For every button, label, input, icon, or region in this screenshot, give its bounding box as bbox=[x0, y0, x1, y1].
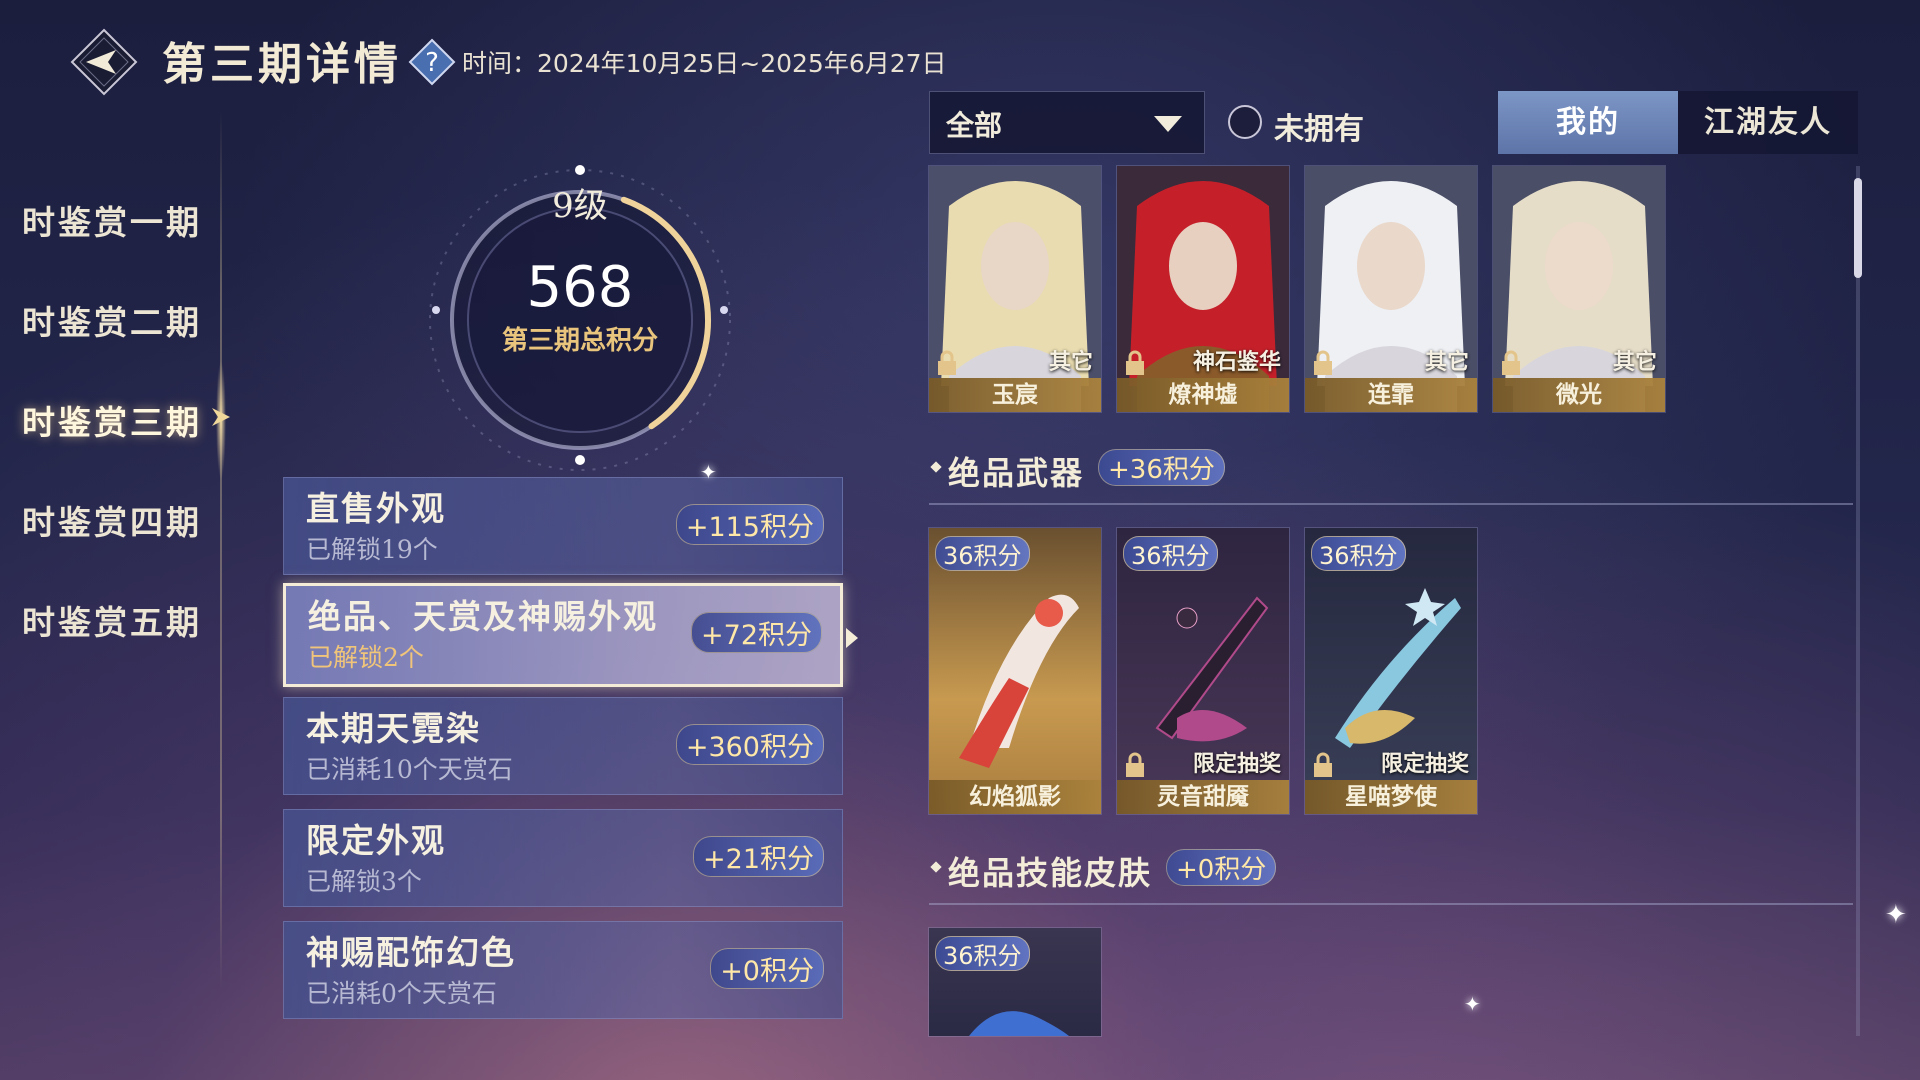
lock-icon bbox=[1125, 752, 1145, 778]
section-divider bbox=[929, 903, 1853, 905]
sparkle-icon: ✦ bbox=[1885, 900, 1907, 930]
sparkle-icon: ✦ bbox=[1464, 992, 1481, 1016]
category-subtitle: 已解锁2个 bbox=[308, 643, 424, 672]
filter-dropdown-value: 全部 bbox=[946, 109, 1003, 142]
category-title: 限定外观 bbox=[306, 821, 446, 860]
unowned-radio-label: 未拥有 bbox=[1274, 112, 1364, 147]
sparkle-icon: ✦ bbox=[700, 460, 717, 484]
weapon-card[interactable]: 36积分 幻焰狐影 bbox=[929, 528, 1101, 814]
sidebar-item-period-3[interactable]: 时鉴赏三期 bbox=[22, 396, 202, 444]
category-subtitle: 已消耗10个天赏石 bbox=[306, 755, 513, 784]
category-title: 绝品、天赏及神赐外观 bbox=[308, 597, 658, 636]
weapon-card[interactable]: 36积分 限定抽奖 星喵梦使 bbox=[1305, 528, 1477, 814]
character-name: 连霏 bbox=[1305, 378, 1477, 412]
back-arrow-icon bbox=[70, 28, 138, 96]
scrollbar-thumb[interactable] bbox=[1854, 178, 1862, 278]
category-points-badge: +0积分 bbox=[710, 948, 824, 989]
sidebar-item-period-1[interactable]: 时鉴赏一期 bbox=[22, 196, 202, 244]
category-card-direct-sale[interactable]: 直售外观 已解锁19个 +115积分 bbox=[283, 477, 843, 575]
character-tag: 其它 bbox=[1048, 349, 1093, 375]
filter-dropdown[interactable]: 全部 bbox=[929, 91, 1205, 154]
lock-icon bbox=[1313, 752, 1333, 778]
lock-icon bbox=[1125, 350, 1145, 376]
category-subtitle: 已解锁3个 bbox=[306, 867, 422, 896]
character-name: 微光 bbox=[1493, 378, 1665, 412]
skill-skin-points-badge: 36积分 bbox=[935, 936, 1030, 971]
category-points-badge: +360积分 bbox=[675, 724, 824, 765]
sidebar-item-period-4[interactable]: 时鉴赏四期 bbox=[22, 496, 202, 544]
section-divider bbox=[929, 503, 1853, 505]
tab-friends[interactable]: 江湖友人 bbox=[1678, 91, 1858, 154]
tab-mine[interactable]: 我的 bbox=[1498, 91, 1678, 154]
section-title-skill-skins: 绝品技能皮肤 bbox=[948, 854, 1153, 892]
section-points-weapons: +36积分 bbox=[1098, 449, 1225, 486]
active-marker-icon bbox=[208, 404, 234, 430]
section-title-weapons: 绝品武器 bbox=[948, 454, 1085, 492]
weapon-points-badge: 36积分 bbox=[1311, 536, 1406, 571]
weapon-card[interactable]: 36积分 限定抽奖 灵音甜魇 bbox=[1117, 528, 1289, 814]
category-title: 本期天霓染 bbox=[306, 709, 481, 748]
weapon-tag: 限定抽奖 bbox=[1192, 751, 1281, 777]
character-tag: 其它 bbox=[1612, 349, 1657, 375]
unowned-radio[interactable] bbox=[1228, 105, 1262, 139]
sidebar-divider bbox=[220, 110, 222, 990]
category-card-premium[interactable]: 绝品、天赏及神赐外观 已解锁2个 +72积分 bbox=[283, 583, 843, 687]
section-points-skill-skins: +0积分 bbox=[1166, 849, 1277, 886]
caret-down-icon bbox=[1154, 116, 1182, 132]
character-tag: 其它 bbox=[1424, 349, 1469, 375]
event-date-range: 时间：2024年10月25日~2025年6月27日 bbox=[462, 49, 947, 78]
weapon-tag: 限定抽奖 bbox=[1380, 751, 1469, 777]
category-points-badge: +21积分 bbox=[693, 836, 824, 877]
category-title: 直售外观 bbox=[306, 489, 446, 528]
lock-icon bbox=[1313, 350, 1333, 376]
character-name: 玉宸 bbox=[929, 378, 1101, 412]
weapon-name: 幻焰狐影 bbox=[929, 780, 1101, 814]
character-name: 燎神墟 bbox=[1117, 378, 1289, 412]
skill-skin-card[interactable]: 36积分 bbox=[929, 928, 1101, 1036]
category-points-badge: +72积分 bbox=[691, 612, 822, 653]
category-card-dye[interactable]: 本期天霓染 已消耗10个天赏石 +360积分 bbox=[283, 697, 843, 795]
selected-arrow-icon bbox=[846, 628, 858, 648]
weapon-points-badge: 36积分 bbox=[935, 536, 1030, 571]
page-title: 第三期详情 bbox=[162, 39, 402, 90]
help-icon[interactable]: ? bbox=[408, 38, 456, 86]
svg-text:?: ? bbox=[425, 48, 439, 78]
character-tag: 神石鉴华 bbox=[1192, 349, 1281, 375]
section-bullet bbox=[930, 461, 942, 473]
character-card[interactable]: 神石鉴华 燎神墟 bbox=[1117, 166, 1289, 412]
total-score-label: 第三期总积分 bbox=[501, 326, 658, 356]
section-bullet bbox=[930, 861, 942, 873]
lock-icon bbox=[1501, 350, 1521, 376]
character-card[interactable]: 其它 连霏 bbox=[1305, 166, 1477, 412]
scrollbar-track[interactable] bbox=[1856, 166, 1860, 1036]
category-title: 神赐配饰幻色 bbox=[306, 933, 516, 972]
character-card[interactable]: 其它 玉宸 bbox=[929, 166, 1101, 412]
category-subtitle: 已消耗0个天赏石 bbox=[306, 979, 497, 1008]
weapon-points-badge: 36积分 bbox=[1123, 536, 1218, 571]
character-card[interactable]: 其它 微光 bbox=[1493, 166, 1665, 412]
total-score: 568 bbox=[526, 255, 634, 320]
sidebar-item-period-5[interactable]: 时鉴赏五期 bbox=[22, 596, 202, 644]
weapon-name: 星喵梦使 bbox=[1305, 780, 1477, 814]
back-button[interactable] bbox=[70, 28, 138, 96]
lock-icon bbox=[937, 350, 957, 376]
sidebar-item-period-2[interactable]: 时鉴赏二期 bbox=[22, 296, 202, 344]
category-points-badge: +115积分 bbox=[675, 504, 824, 545]
weapon-name: 灵音甜魇 bbox=[1117, 780, 1289, 814]
level-label: 9级 bbox=[552, 186, 608, 226]
category-card-limited[interactable]: 限定外观 已解锁3个 +21积分 bbox=[283, 809, 843, 907]
category-card-accessory[interactable]: 神赐配饰幻色 已消耗0个天赏石 +0积分 bbox=[283, 921, 843, 1019]
category-subtitle: 已解锁19个 bbox=[306, 535, 438, 564]
